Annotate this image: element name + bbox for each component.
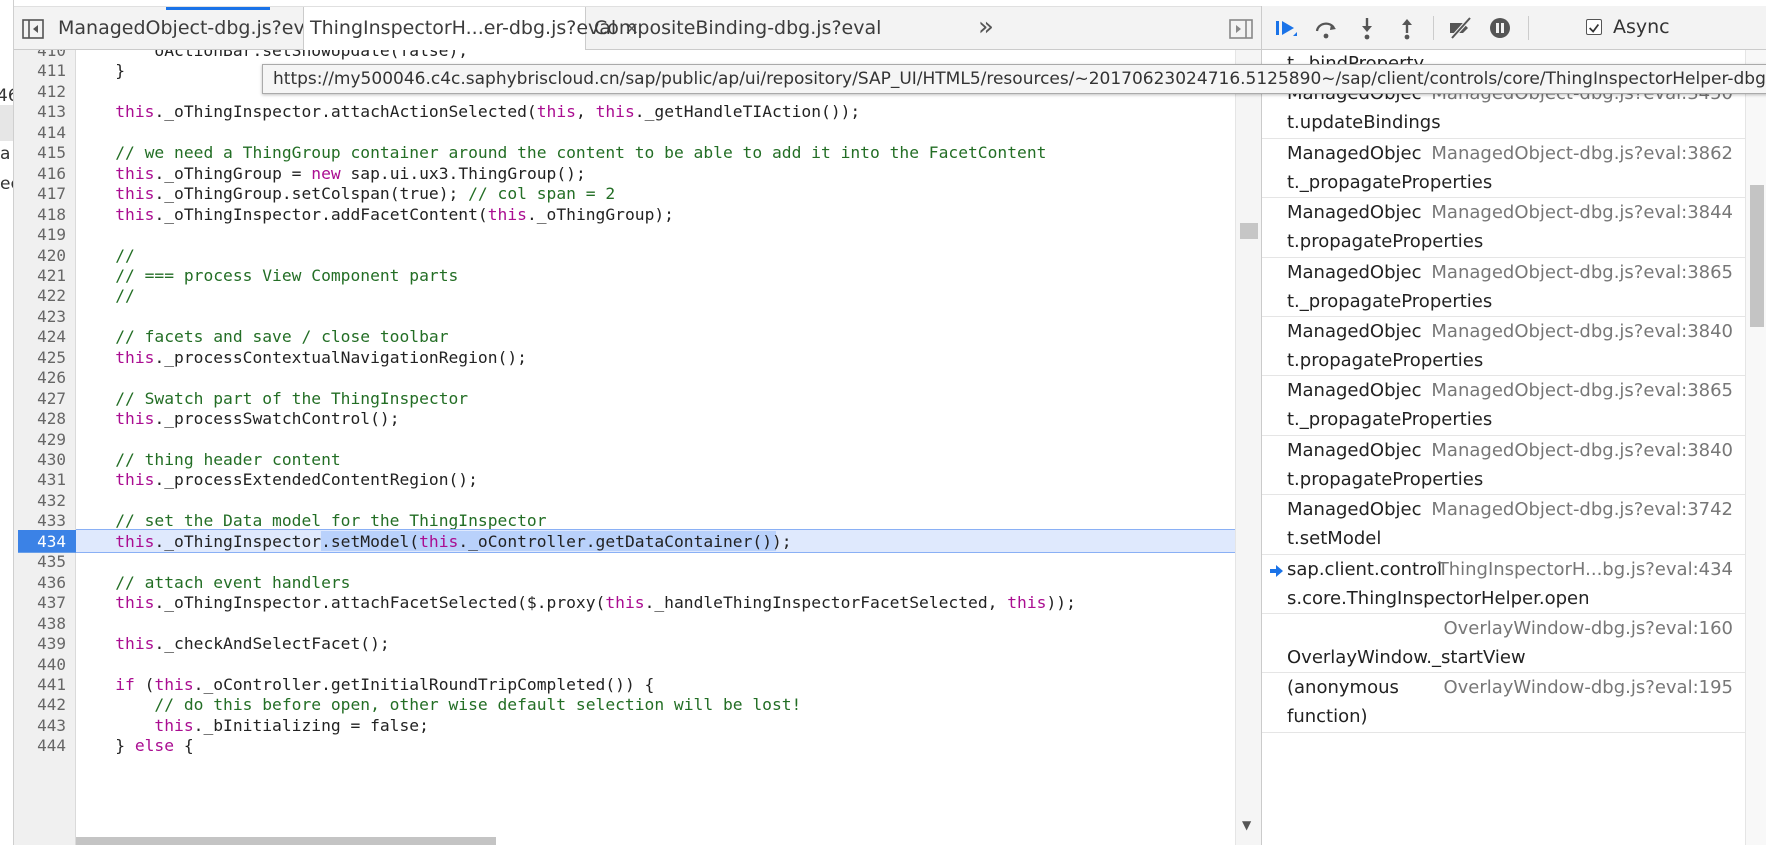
frame-function-name-continued: t._propagateProperties xyxy=(1287,409,1493,431)
call-frame[interactable]: ManagedObjec ManagedObject-dbg.js?eval:38… xyxy=(1262,198,1745,258)
frame-function-name-continued: t.updateBindings xyxy=(1287,112,1441,134)
file-url-tooltip: https://my500046.c4c.saphybriscloud.cn/s… xyxy=(262,64,1766,94)
frame-function-name: ManagedObjec xyxy=(1287,261,1422,283)
frame-location: ManagedObject-dbg.js?eval:3865 xyxy=(1431,261,1733,283)
frame-function-name-continued: t.propagateProperties xyxy=(1287,350,1484,371)
frame-function-name: ManagedObjec xyxy=(1287,439,1422,461)
step-into-icon[interactable] xyxy=(1353,15,1381,41)
tab-compositebinding[interactable]: CompositeBinding-dbg.js?eval xyxy=(588,7,881,50)
frame-location: ManagedObject-dbg.js?eval:3862 xyxy=(1431,142,1733,164)
code-line[interactable]: // xyxy=(76,284,135,307)
resume-icon[interactable] xyxy=(1272,15,1300,41)
frame-function-name-continued: t.setModel xyxy=(1287,528,1382,550)
code-line[interactable]: this._oThingInspector.attachFacetSelecte… xyxy=(76,591,1076,614)
frame-location: ManagedObject-dbg.js?eval:3742 xyxy=(1431,499,1733,521)
call-stack-list: t._bindPropertyManagedObjecManagedObject… xyxy=(1262,50,1745,845)
frame-location: ManagedObject-dbg.js?eval:3840 xyxy=(1431,321,1733,342)
frame-function-name-continued: function) xyxy=(1287,706,1368,728)
toolbar-divider xyxy=(1433,16,1434,40)
code-line[interactable]: oActionBar.setShowUpdate(false); xyxy=(76,50,468,62)
call-frame[interactable]: OverlayWindow-dbg.js?eval:160 OverlayWind… xyxy=(1262,614,1745,674)
tab-managedobject[interactable]: ManagedObject-dbg.js?eval xyxy=(52,7,322,50)
left-panel-text: ec xyxy=(0,174,13,194)
editor-horizontal-scrollbar-thumb[interactable] xyxy=(76,837,496,845)
editor-vertical-scrollbar[interactable]: ▼ xyxy=(1235,50,1261,845)
call-frame-current[interactable]: sap.client.control ThingInspectorH...bg.j… xyxy=(1262,554,1745,614)
toolbar-divider xyxy=(1528,16,1529,40)
code-line[interactable]: this._oThingInspector.setModel(this._oCo… xyxy=(76,530,791,553)
frame-location: ManagedObject-dbg.js?eval:3844 xyxy=(1431,202,1733,224)
left-panel-text: 46 xyxy=(0,86,13,106)
pause-on-exceptions-icon[interactable] xyxy=(1486,15,1514,41)
frame-location: OverlayWindow-dbg.js?eval:160 xyxy=(1443,618,1733,639)
frame-function-name: ManagedObjec xyxy=(1287,321,1422,342)
scrollbar-thumb[interactable] xyxy=(1240,223,1258,239)
frame-function-name: ManagedObjec xyxy=(1287,202,1422,224)
toggle-debugger-sidebar-icon[interactable] xyxy=(1228,17,1254,41)
scrollbar-thumb[interactable] xyxy=(1750,185,1764,327)
tab-label: CompositeBinding-dbg.js?eval xyxy=(594,17,882,39)
call-frame[interactable]: ManagedObjec ManagedObject-dbg.js?eval:38… xyxy=(1262,317,1745,377)
frame-location: ManagedObject-dbg.js?eval:3865 xyxy=(1431,380,1733,402)
code-line[interactable]: } else { xyxy=(76,734,193,757)
step-out-icon[interactable] xyxy=(1393,15,1421,41)
code-line[interactable]: this._oThingInspector.addFacetContent(th… xyxy=(76,203,674,226)
call-stack-scrollbar[interactable] xyxy=(1745,50,1766,845)
frame-function-name: ManagedObjec xyxy=(1287,499,1422,521)
tab-label: ManagedObject-dbg.js?eval xyxy=(58,17,322,39)
selected-row-edge xyxy=(0,105,13,141)
call-frame[interactable]: ManagedObjec ManagedObject-dbg.js?eval:38… xyxy=(1262,376,1745,436)
call-frame[interactable]: (anonymous OverlayWindow-dbg.js?eval:195 f… xyxy=(1262,673,1745,733)
call-frame[interactable]: ManagedObjec ManagedObject-dbg.js?eval:38… xyxy=(1262,258,1745,317)
code-line[interactable]: this._processSwatchControl(); xyxy=(76,407,399,430)
frame-function-name-continued: t._propagateProperties xyxy=(1287,290,1493,312)
left-panel-edge: 46 a ec xyxy=(0,0,14,845)
code-line[interactable]: this._processContextualNavigationRegion(… xyxy=(76,346,527,369)
left-panel-text: a xyxy=(0,144,11,164)
editor-tab-bar: ManagedObject-dbg.js?eval ThingInspector… xyxy=(14,6,1261,51)
line-number[interactable]: 444 xyxy=(14,734,66,757)
frame-function-name: sap.client.control xyxy=(1287,558,1443,580)
async-checkbox[interactable] xyxy=(1586,19,1602,35)
deactivate-breakpoints-icon[interactable] xyxy=(1446,15,1474,41)
toggle-navigator-icon[interactable] xyxy=(20,16,46,42)
frame-function-name-continued: t.propagateProperties xyxy=(1287,231,1484,253)
debugger-sidebar: Async t._bindPropertyManagedObjecManaged… xyxy=(1261,6,1766,845)
code-line[interactable]: } xyxy=(76,59,125,82)
more-tabs-icon[interactable]: » xyxy=(978,7,994,50)
code-editor[interactable]: 410 411 412 413 414 415 416 417 418 419 420 421 422 4… xyxy=(14,50,1235,845)
current-frame-arrow-icon xyxy=(1270,564,1283,577)
frame-location: ThingInspectorH...bg.js?eval:434 xyxy=(1437,558,1733,580)
frame-function-name-continued: OverlayWindow._startView xyxy=(1287,647,1526,668)
checkmark-icon xyxy=(1589,23,1600,33)
frame-location: OverlayWindow-dbg.js?eval:195 xyxy=(1443,677,1733,699)
code-line[interactable]: this._oThingInspector.attachActionSelect… xyxy=(76,100,860,123)
code-line[interactable]: this._processExtendedContentRegion(); xyxy=(76,468,478,491)
frame-function-name: (anonymous xyxy=(1287,677,1399,699)
tab-thinginspectorhelper[interactable]: ThingInspectorH...er-dbg.js?eval × xyxy=(303,7,639,51)
frame-function-name-continued: t._propagateProperties xyxy=(1287,171,1493,193)
call-frame[interactable]: ManagedObjec ManagedObject-dbg.js?eval:38… xyxy=(1262,139,1745,199)
line-number-gutter[interactable]: 410 411 412 413 414 415 416 417 418 419 420 421 422 4… xyxy=(14,50,90,845)
call-frame[interactable]: ManagedObjec ManagedObject-dbg.js?eval:37… xyxy=(1262,495,1745,555)
async-label: Async xyxy=(1613,16,1670,38)
frame-function-name-continued: s.core.ThingInspectorHelper.open xyxy=(1287,587,1590,609)
scroll-down-icon[interactable]: ▼ xyxy=(1242,818,1251,832)
frame-function-name: ManagedObjec xyxy=(1287,142,1422,164)
code-line[interactable]: this._checkAndSelectFacet(); xyxy=(76,632,389,655)
tab-label: ThingInspectorH...er-dbg.js?eval xyxy=(310,17,617,39)
call-frame[interactable]: ManagedObjec ManagedObject-dbg.js?eval:38… xyxy=(1262,436,1745,496)
frame-location: ManagedObject-dbg.js?eval:3840 xyxy=(1431,439,1733,461)
step-over-icon[interactable] xyxy=(1312,15,1340,41)
debugger-toolbar: Async xyxy=(1262,6,1766,50)
frame-function-name-continued: t.propagateProperties xyxy=(1287,468,1484,490)
frame-function-name: ManagedObjec xyxy=(1287,380,1422,402)
